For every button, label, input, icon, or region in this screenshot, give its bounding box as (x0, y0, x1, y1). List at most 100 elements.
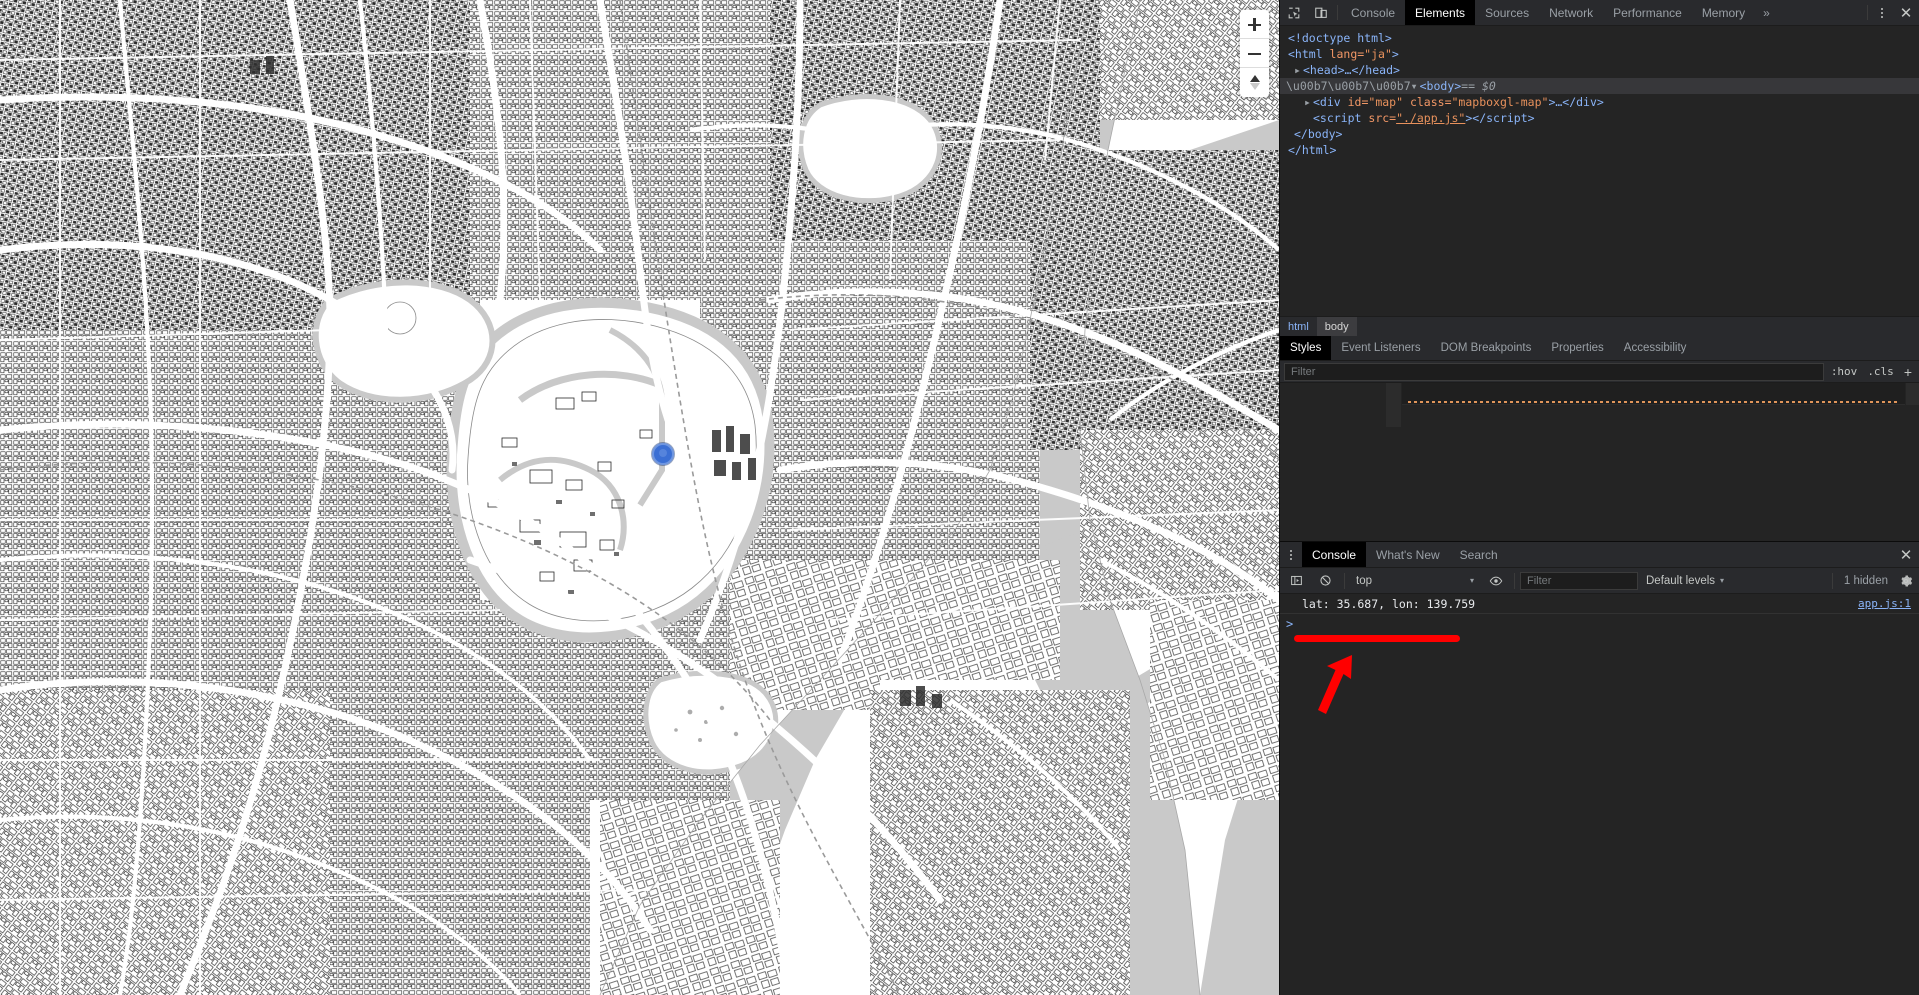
screenshot-root: Console Elements Sources Network Perform… (0, 0, 1919, 995)
zoom-in-button[interactable] (1240, 10, 1269, 39)
script-src-attr: src= (1368, 111, 1397, 125)
inspect-element-icon[interactable] (1280, 0, 1307, 25)
console-message-row[interactable]: lat: 35.687, lon: 139.759 app.js:1 (1280, 594, 1919, 614)
breadcrumb-item-html[interactable]: html (1280, 317, 1317, 336)
dom-row-body[interactable]: \u00b7\u00b7\u00b7▾ <body>== $0 (1280, 78, 1919, 94)
location-marker[interactable] (652, 443, 674, 465)
tab-sources[interactable]: Sources (1475, 0, 1539, 25)
map-canvas[interactable] (0, 0, 1279, 995)
script-src-value[interactable]: "./app.js" (1396, 111, 1465, 125)
dom-tree[interactable]: <!doctype html> <html lang="ja"> ▸ <head>… (1280, 26, 1919, 316)
doctype-text: <!doctype html> (1288, 31, 1392, 45)
styles-rule-row[interactable] (1402, 383, 1905, 405)
clear-console-icon[interactable] (1312, 574, 1339, 587)
map-tiles (0, 0, 1279, 995)
html-tag-close: > (1391, 47, 1399, 61)
console-sidebar-icon[interactable] (1283, 574, 1310, 587)
cls-toggle-button[interactable]: .cls (1862, 365, 1899, 378)
console-levels-label: Default levels (1646, 574, 1716, 587)
styles-pane-body[interactable] (1280, 383, 1919, 541)
zoom-out-button[interactable] (1240, 39, 1269, 68)
tabbar-divider (1337, 5, 1338, 20)
drawer-tabbar-spacer (1508, 542, 1893, 567)
console-toolbar: top ▾ Default levels ▾ 1 hidden (1280, 568, 1919, 594)
tab-properties[interactable]: Properties (1541, 336, 1613, 360)
dom-row-head[interactable]: ▸ <head>…</head> (1280, 62, 1919, 78)
div-id-value: "map" (1368, 95, 1404, 109)
console-hidden-count[interactable]: 1 hidden (1838, 575, 1894, 587)
dom-row-map-div[interactable]: ▸ <div id="map" class="mapboxgl-map">…</d… (1280, 94, 1919, 110)
div-class-value: "mapboxgl-map" (1451, 95, 1549, 109)
tab-console[interactable]: Console (1341, 0, 1405, 25)
map-controls[interactable] (1240, 10, 1269, 97)
breadcrumb[interactable]: html body (1280, 316, 1919, 336)
console-settings-gear-icon[interactable] (1896, 574, 1916, 588)
div-tag-open: <div (1313, 95, 1348, 109)
tab-event-listeners[interactable]: Event Listeners (1331, 336, 1430, 360)
levels-chevron-down-icon: ▾ (1720, 576, 1725, 585)
console-output[interactable]: lat: 35.687, lon: 139.759 app.js:1 > (1280, 594, 1919, 995)
dom-row-script[interactable]: <script src="./app.js"></script> (1280, 110, 1919, 126)
console-drawer: Console What's New Search ✕ top ▾ Filter… (1280, 541, 1919, 995)
div-id-attr: id= (1347, 95, 1369, 109)
styles-scrollbar[interactable] (1906, 383, 1919, 405)
hov-toggle-button[interactable]: :hov (1826, 365, 1863, 378)
devtools-panel: Console Elements Sources Network Perform… (1279, 0, 1919, 995)
div-class-attr: class= (1403, 95, 1452, 109)
drawer-tab-whats-new[interactable]: What's New (1366, 542, 1450, 567)
console-levels-dropdown[interactable]: Default levels ▾ (1640, 575, 1730, 587)
console-prompt-row[interactable]: > (1280, 614, 1919, 634)
more-tabs-chevron-icon[interactable]: » (1755, 0, 1778, 25)
console-toolbar-divider-2 (1514, 572, 1515, 589)
console-message-source-link[interactable]: app.js:1 (1858, 594, 1911, 614)
console-toolbar-divider-3 (1831, 572, 1833, 589)
map-pane[interactable] (0, 0, 1279, 995)
div-tag-close: >…</div> (1548, 95, 1604, 109)
drawer-tab-search[interactable]: Search (1450, 542, 1508, 567)
html-tag-open: <html (1288, 47, 1323, 61)
styles-rule-gutter (1386, 383, 1401, 427)
compass-icon-button[interactable] (1240, 68, 1269, 97)
html-close-tag: </html> (1288, 143, 1337, 157)
styles-rule-gutter-left (1280, 383, 1386, 405)
breadcrumb-item-body[interactable]: body (1316, 317, 1357, 336)
console-context-selector[interactable]: top ▾ (1350, 575, 1480, 587)
expand-head-arrow-icon[interactable]: ▸ (1294, 62, 1303, 78)
dom-row-html[interactable]: <html lang="ja"> (1280, 46, 1919, 62)
tab-network[interactable]: Network (1539, 0, 1603, 25)
chevron-down-icon: ▾ (1469, 576, 1474, 585)
tab-performance[interactable]: Performance (1603, 0, 1692, 25)
body-dots: \u00b7\u00b7\u00b7 (1286, 79, 1411, 93)
script-tag-close: ></script> (1465, 111, 1535, 125)
new-style-rule-button[interactable]: + (1899, 364, 1917, 380)
device-toolbar-icon[interactable] (1307, 0, 1334, 25)
tab-memory[interactable]: Memory (1692, 0, 1755, 25)
close-drawer-icon[interactable]: ✕ (1893, 542, 1919, 567)
dom-row-html-close[interactable]: </html> (1280, 142, 1919, 158)
tab-dom-breakpoints[interactable]: DOM Breakpoints (1431, 336, 1542, 360)
annotation-arrow-icon (1318, 655, 1352, 714)
console-prompt-caret: > (1286, 617, 1294, 631)
console-filter-input[interactable] (1520, 571, 1638, 590)
dom-row-doctype[interactable]: <!doctype html> (1280, 30, 1919, 46)
drawer-menu-kebab-icon[interactable] (1280, 542, 1302, 567)
live-expression-eye-icon[interactable] (1482, 574, 1509, 588)
drawer-tab-console[interactable]: Console (1302, 542, 1367, 567)
collapse-body-arrow-icon[interactable]: ▾ (1411, 78, 1420, 94)
body-close-tag: </body> (1294, 127, 1343, 141)
script-tag-open: <script (1313, 111, 1369, 125)
head-tag: <head>…</head> (1303, 63, 1400, 77)
tabbar-divider-right (1867, 5, 1868, 20)
tab-styles[interactable]: Styles (1280, 336, 1332, 360)
tab-elements[interactable]: Elements (1405, 0, 1476, 25)
tab-accessibility[interactable]: Accessibility (1614, 336, 1697, 360)
dom-row-body-close[interactable]: </body> (1280, 126, 1919, 142)
devtools-menu-kebab-icon[interactable] (1871, 0, 1893, 25)
drawer-tabbar: Console What's New Search ✕ (1280, 542, 1919, 568)
styles-filter-input[interactable] (1284, 362, 1824, 381)
expand-map-div-arrow-icon[interactable]: ▸ (1304, 94, 1313, 110)
annotation-underline (1294, 635, 1460, 642)
console-message-text: lat: 35.687, lon: 139.759 (1302, 596, 1476, 611)
close-devtools-icon[interactable]: ✕ (1893, 0, 1919, 25)
styles-tabbar: Styles Event Listeners DOM Breakpoints P… (1280, 336, 1919, 361)
